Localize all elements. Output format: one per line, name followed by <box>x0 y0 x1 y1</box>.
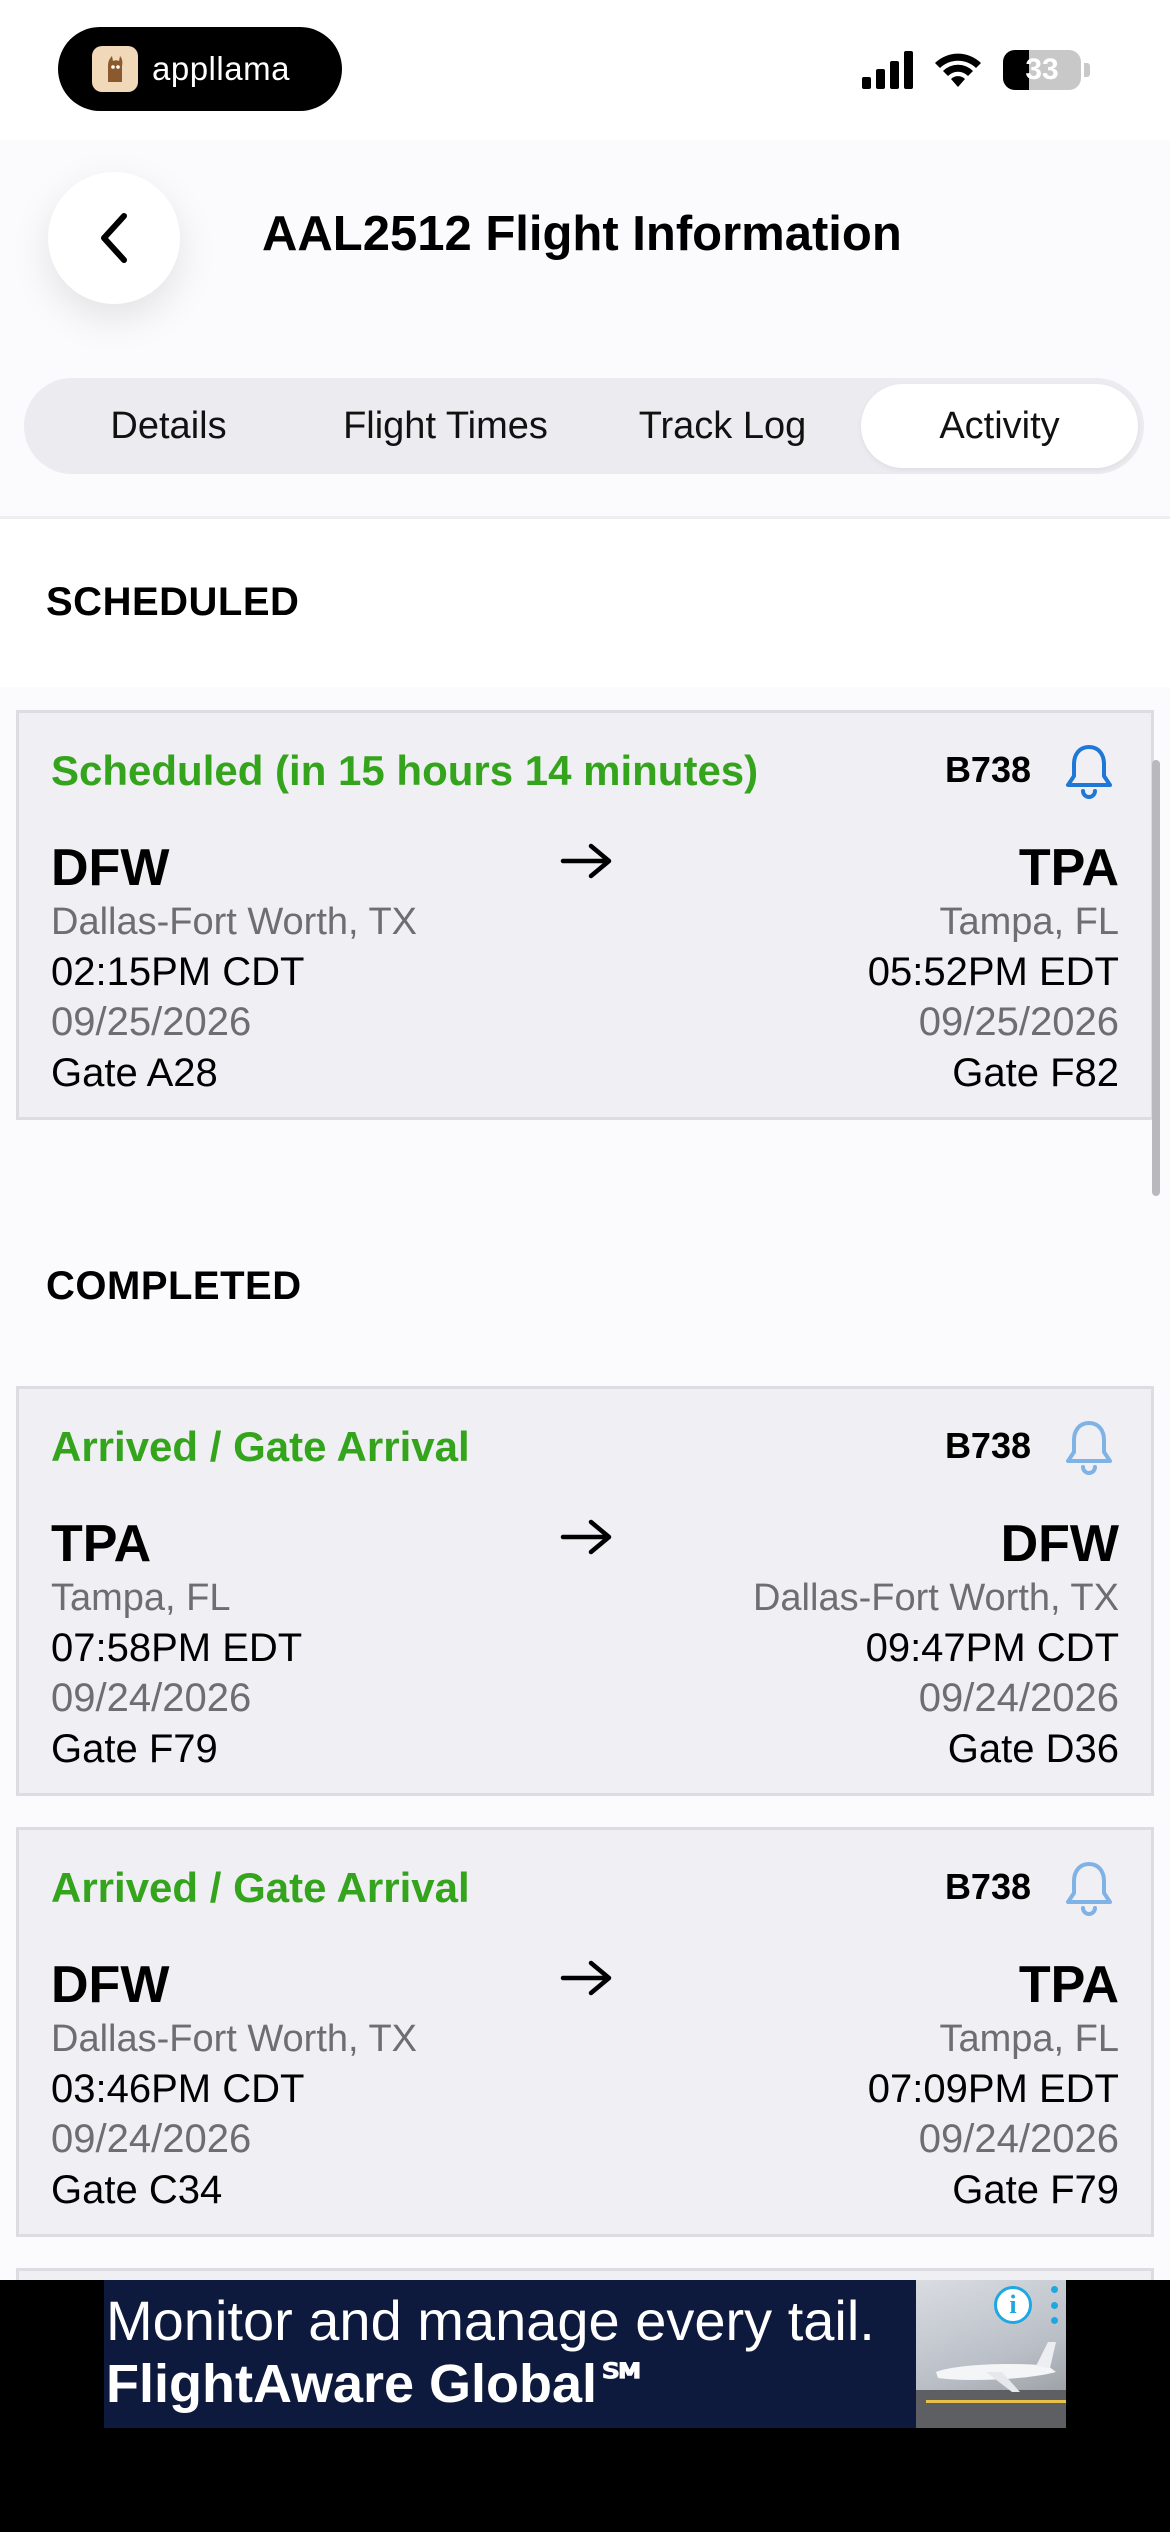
destination-info: TPA Tampa, FL 07:09PM EDT 09/24/2026 Gat… <box>868 1956 1119 2216</box>
arrival-gate: Gate D36 <box>947 1727 1119 1771</box>
arrow-right-icon <box>560 843 612 879</box>
system-icons: 33 <box>862 50 1090 90</box>
origin-code: DFW <box>51 839 170 897</box>
flight-status: Arrived / Gate Arrival <box>51 1864 470 1911</box>
kebab-menu-icon[interactable] <box>1048 2286 1060 2324</box>
departure-time: 03:46PM CDT <box>51 2067 305 2111</box>
bell-icon[interactable] <box>1061 1858 1117 1918</box>
bell-icon[interactable] <box>1061 1417 1117 1477</box>
ad-area: Monitor and manage every tail. FlightAwa… <box>0 2280 1170 2532</box>
destination-info: DFW Dallas-Fort Worth, TX 09:47PM CDT 09… <box>753 1515 1119 1775</box>
tab-track-log[interactable]: Track Log <box>584 384 861 468</box>
origin-info: DFW Dallas-Fort Worth, TX 03:46PM CDT 09… <box>51 1956 417 2216</box>
destination-city: Dallas-Fort Worth, TX <box>752 1577 1119 1619</box>
arrival-time: 09:47PM CDT <box>865 1626 1119 1670</box>
scrollbar[interactable] <box>1152 760 1160 1196</box>
info-icon[interactable]: i <box>994 2286 1032 2324</box>
header: AAL2512 Flight Information <box>0 140 1170 380</box>
section-header-scheduled: SCHEDULED <box>46 580 300 624</box>
flight-card[interactable]: Scheduled (in 15 hours 14 minutes) B738 … <box>16 710 1154 1120</box>
departure-time: 07:58PM EDT <box>51 1626 303 1670</box>
bell-icon[interactable] <box>1061 741 1117 801</box>
destination-code: TPA <box>1018 1956 1119 2014</box>
page-title: AAL2512 Flight Information <box>262 207 902 261</box>
departure-gate: Gate A28 <box>51 1051 218 1095</box>
back-button[interactable] <box>48 172 180 304</box>
destination-city: Tampa, FL <box>939 2018 1119 2060</box>
llama-logo-icon <box>92 46 138 92</box>
aircraft-type: B738 <box>944 749 1031 790</box>
departure-date: 09/25/2026 <box>51 1000 252 1044</box>
ad-brand: FlightAware Global℠ <box>106 2354 653 2414</box>
destination-info: TPA Tampa, FL 05:52PM EDT 09/25/2026 Gat… <box>868 839 1119 1099</box>
departure-date: 09/24/2026 <box>51 1676 252 1720</box>
chevron-left-icon <box>101 213 127 263</box>
aircraft-type: B738 <box>944 1866 1031 1907</box>
tab-activity[interactable]: Activity <box>861 384 1138 468</box>
flight-status: Scheduled (in 15 hours 14 minutes) <box>51 747 759 794</box>
arrival-gate: Gate F79 <box>952 2168 1119 2212</box>
segmented-tabs: Details Flight Times Track Log Activity <box>24 378 1144 474</box>
cellular-signal-icon <box>862 51 913 89</box>
destination-code: TPA <box>1018 839 1119 897</box>
app-badge[interactable]: appllama <box>58 27 342 111</box>
battery-icon: 33 <box>1003 50 1081 90</box>
origin-city: Dallas-Fort Worth, TX <box>51 901 418 943</box>
origin-code: TPA <box>51 1515 152 1573</box>
departure-date: 09/24/2026 <box>51 2117 252 2161</box>
wifi-icon <box>935 53 981 87</box>
ad-headline: Monitor and manage every tail. <box>106 2289 875 2352</box>
departure-gate: Gate C34 <box>51 2168 223 2212</box>
flight-card[interactable]: Arrived / Gate Arrival B738 TPA Tampa, F… <box>16 1386 1154 1796</box>
arrival-date: 09/24/2026 <box>918 1676 1119 1720</box>
departure-time: 02:15PM CDT <box>51 950 305 994</box>
origin-info: DFW Dallas-Fort Worth, TX 02:15PM CDT 09… <box>51 839 417 1099</box>
arrival-time: 07:09PM EDT <box>867 2067 1119 2111</box>
ad-aircraft-photo <box>916 2280 1066 2428</box>
tab-details[interactable]: Details <box>30 384 307 468</box>
arrow-right-icon <box>560 1519 612 1555</box>
origin-city: Dallas-Fort Worth, TX <box>51 2018 418 2060</box>
destination-code: DFW <box>1000 1515 1119 1573</box>
flight-status: Arrived / Gate Arrival <box>51 1423 470 1470</box>
app-badge-label: appllama <box>152 50 290 87</box>
arrival-gate: Gate F82 <box>952 1051 1119 1095</box>
destination-city: Tampa, FL <box>939 901 1119 943</box>
aircraft-type: B738 <box>944 1425 1031 1466</box>
battery-level: 33 <box>1025 53 1059 86</box>
flight-card[interactable]: Arrived / Gate Arrival B738 DFW Dallas-F… <box>16 1827 1154 2237</box>
tab-flight-times[interactable]: Flight Times <box>307 384 584 468</box>
origin-info: TPA Tampa, FL 07:58PM EDT 09/24/2026 Gat… <box>51 1515 302 1775</box>
arrival-date: 09/24/2026 <box>918 2117 1119 2161</box>
section-header-completed: COMPLETED <box>46 1264 302 1308</box>
origin-code: DFW <box>51 1956 170 2014</box>
origin-city: Tampa, FL <box>51 1577 231 1619</box>
arrival-date: 09/25/2026 <box>918 1000 1119 1044</box>
ad-banner[interactable]: Monitor and manage every tail. FlightAwa… <box>104 2280 1066 2428</box>
arrow-right-icon <box>560 1960 612 1996</box>
status-bar: appllama 33 <box>0 0 1170 140</box>
departure-gate: Gate F79 <box>51 1727 218 1771</box>
arrival-time: 05:52PM EDT <box>867 950 1119 994</box>
